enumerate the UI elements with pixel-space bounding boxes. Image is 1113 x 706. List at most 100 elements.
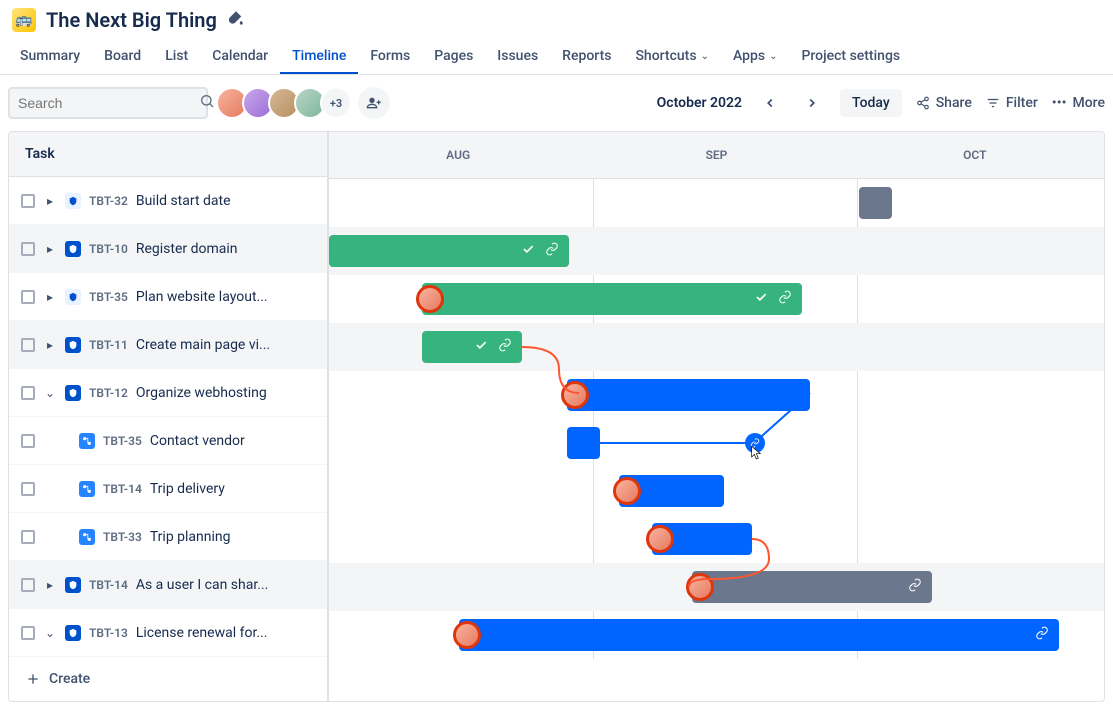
prev-button[interactable]: [756, 89, 784, 117]
tab-forms[interactable]: Forms: [358, 40, 422, 74]
task-name: License renewal for...: [136, 625, 268, 641]
tab-project-settings[interactable]: Project settings: [789, 40, 912, 74]
timeline-row: [329, 515, 1104, 563]
gantt-bar[interactable]: [422, 331, 522, 363]
timeline-row: [329, 419, 1104, 467]
expand-icon[interactable]: ▸: [43, 290, 57, 304]
expand-icon[interactable]: ▸: [43, 242, 57, 256]
task-row[interactable]: TBT-14 Trip delivery: [9, 465, 327, 513]
gantt-bar[interactable]: [329, 235, 569, 267]
task-id: TBT-35: [103, 434, 142, 448]
gantt-bar[interactable]: [459, 619, 1059, 651]
checkbox[interactable]: [21, 530, 35, 544]
task-row[interactable]: TBT-35 Contact vendor: [9, 417, 327, 465]
task-id: TBT-35: [89, 290, 128, 304]
search-input[interactable]: [18, 95, 199, 111]
assignee-avatar[interactable]: [416, 285, 444, 313]
issue-type-icon: [79, 529, 95, 545]
task-row[interactable]: ▸ TBT-11 Create main page vi...: [9, 321, 327, 369]
tab-timeline[interactable]: Timeline: [280, 40, 358, 74]
month-header: OCT: [846, 132, 1104, 178]
link-icon: [1035, 626, 1049, 644]
today-button[interactable]: Today: [840, 89, 902, 117]
gantt-bar[interactable]: [692, 571, 932, 603]
task-id: TBT-13: [89, 626, 128, 640]
assignee-avatar[interactable]: [686, 573, 714, 601]
tab-shortcuts[interactable]: Shortcuts⌄: [623, 40, 721, 74]
date-label: October 2022: [657, 95, 742, 111]
checkbox[interactable]: [21, 434, 35, 448]
gantt-bar[interactable]: [422, 283, 802, 315]
gantt-bar[interactable]: [567, 379, 810, 411]
collapse-icon[interactable]: ⌄: [43, 386, 57, 400]
filter-label: Filter: [1006, 95, 1038, 111]
task-name: Trip planning: [150, 529, 231, 545]
gantt-bar[interactable]: [859, 187, 892, 219]
add-person-button[interactable]: [358, 87, 390, 119]
tab-pages[interactable]: Pages: [422, 40, 485, 74]
tab-summary[interactable]: Summary: [8, 40, 92, 74]
tab-apps[interactable]: Apps⌄: [721, 40, 790, 74]
tab-bar: SummaryBoardListCalendarTimelineFormsPag…: [0, 40, 1113, 75]
expand-icon[interactable]: ▸: [43, 338, 57, 352]
chevron-down-icon: ⌄: [701, 51, 709, 62]
issue-type-icon: [65, 241, 81, 257]
task-row[interactable]: ▸ TBT-14 As a user I can shar...: [9, 561, 327, 609]
assignee-avatar[interactable]: [453, 621, 481, 649]
page-title: The Next Big Thing: [46, 8, 217, 32]
assignee-avatar[interactable]: [646, 525, 674, 553]
tab-issues[interactable]: Issues: [485, 40, 550, 74]
task-column-header: Task: [9, 132, 327, 177]
check-icon: [474, 338, 488, 356]
check-icon: [521, 242, 535, 260]
checkbox[interactable]: [21, 626, 35, 640]
expand-icon[interactable]: ▸: [43, 578, 57, 592]
assignee-avatar[interactable]: [613, 477, 641, 505]
filter-button[interactable]: Filter: [986, 95, 1038, 111]
task-row[interactable]: ▸ TBT-10 Register domain: [9, 225, 327, 273]
theme-icon[interactable]: [227, 9, 245, 31]
timeline-row: [329, 323, 1104, 371]
task-id: TBT-33: [103, 530, 142, 544]
gantt-bar[interactable]: [619, 475, 724, 507]
checkbox[interactable]: [21, 290, 35, 304]
task-row[interactable]: TBT-33 Trip planning: [9, 513, 327, 561]
task-id: TBT-14: [103, 482, 142, 496]
assignee-avatar[interactable]: [561, 381, 589, 409]
more-button[interactable]: ••• More: [1052, 95, 1105, 111]
task-id: TBT-14: [89, 578, 128, 592]
gantt-bar[interactable]: [652, 523, 752, 555]
checkbox[interactable]: [21, 338, 35, 352]
issue-type-icon: [65, 577, 81, 593]
tab-board[interactable]: Board: [92, 40, 153, 74]
tab-reports[interactable]: Reports: [550, 40, 623, 74]
task-row[interactable]: ⌄ TBT-12 Organize webhosting: [9, 369, 327, 417]
avatar-overflow[interactable]: +3: [320, 87, 352, 119]
timeline-row: [329, 275, 1104, 323]
search-box[interactable]: [8, 87, 208, 119]
next-button[interactable]: [798, 89, 826, 117]
collapse-icon[interactable]: ⌄: [43, 626, 57, 640]
checkbox[interactable]: [21, 578, 35, 592]
issue-type-icon: [65, 337, 81, 353]
tab-calendar[interactable]: Calendar: [200, 40, 280, 74]
link-icon: [778, 290, 792, 308]
checkbox[interactable]: [21, 242, 35, 256]
checkbox[interactable]: [21, 386, 35, 400]
month-header: SEP: [587, 132, 845, 178]
checkbox[interactable]: [21, 194, 35, 208]
avatar-stack[interactable]: +3: [216, 87, 390, 119]
task-row[interactable]: ⌄ TBT-13 License renewal for...: [9, 609, 327, 657]
expand-icon[interactable]: ▸: [43, 194, 57, 208]
checkbox[interactable]: [21, 482, 35, 496]
create-button[interactable]: Create: [9, 657, 327, 701]
issue-type-icon: [65, 625, 81, 641]
timeline-row: [329, 371, 1104, 419]
share-button[interactable]: Share: [916, 95, 972, 111]
tab-list[interactable]: List: [153, 40, 200, 74]
timeline-row: [329, 611, 1104, 659]
cursor-icon: [749, 445, 765, 465]
task-row[interactable]: ▸ TBT-32 Build start date: [9, 177, 327, 225]
task-row[interactable]: ▸ TBT-35 Plan website layout...: [9, 273, 327, 321]
gantt-bar[interactable]: [567, 427, 600, 459]
